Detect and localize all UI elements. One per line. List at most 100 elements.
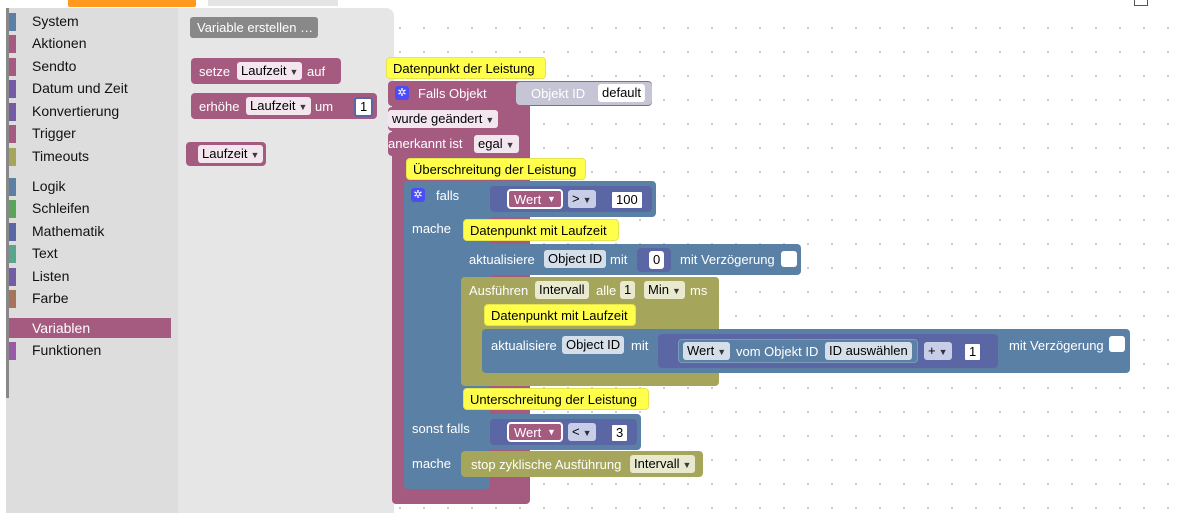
category-color-bar: [9, 320, 16, 338]
inactive-tab[interactable]: [208, 0, 338, 6]
compare-block-2[interactable]: Wert ▼ < ▼ 3: [490, 419, 637, 445]
update-label: aktualisiere: [469, 252, 535, 267]
toolbox-category-logik[interactable]: Logik: [9, 176, 171, 196]
toolbox-category-schleifen[interactable]: Schleifen: [9, 198, 171, 218]
update-block-2[interactable]: aktualisiere Object ID mit Wert ▼ vom Obj…: [482, 329, 1130, 373]
category-color-bar: [9, 103, 16, 121]
get-wert-block[interactable]: Wert ▼: [507, 189, 563, 209]
category-label: Text: [32, 245, 58, 261]
get-wert-block[interactable]: Wert ▼: [507, 422, 563, 442]
toolbox-category-farbe[interactable]: Farbe: [9, 288, 171, 308]
stop-label: stop zyklische Ausführung: [471, 457, 622, 472]
number-value-0[interactable]: 0: [649, 251, 665, 269]
chevron-down-icon: ▼: [547, 194, 556, 204]
category-color-bar: [9, 125, 16, 143]
export-icon[interactable]: [1134, 0, 1148, 6]
toolbox-category-timeouts[interactable]: Timeouts: [9, 146, 171, 166]
interval-header: Ausführen Intervall alle 1 Min ▼ ms: [461, 277, 719, 303]
set-variable-block[interactable]: setze Laufzeit ▼ auf: [191, 58, 341, 84]
stop-interval-block[interactable]: stop zyklische Ausführung Intervall ▼: [461, 451, 703, 477]
changed-dropdown[interactable]: wurde geändert ▼: [388, 110, 499, 128]
toolbox-category-listen[interactable]: Listen: [9, 266, 171, 286]
gear-icon[interactable]: ✲: [395, 86, 409, 100]
number-block[interactable]: 0: [637, 248, 671, 272]
category-color-bar: [9, 342, 16, 360]
toolbox-category-aktionen[interactable]: Aktionen: [9, 33, 171, 53]
wert-label: Wert: [514, 425, 542, 440]
object-id-value[interactable]: default: [598, 84, 646, 102]
category-label: Schleifen: [32, 200, 90, 216]
toolbox-category-system[interactable]: System: [9, 11, 171, 31]
comment-ueberschreitung[interactable]: Überschreitung der Leistung: [406, 158, 586, 180]
category-color-bar: [9, 13, 16, 31]
toolbox-category-funktionen[interactable]: Funktionen: [9, 340, 171, 360]
get-var-dropdown[interactable]: Laufzeit ▼: [198, 145, 264, 163]
id-select-field[interactable]: ID auswählen: [825, 342, 912, 360]
change-value-field[interactable]: 1: [354, 97, 374, 117]
compare-block[interactable]: Wert ▼ > ▼ 100: [490, 186, 652, 212]
delay-checkbox[interactable]: [1109, 336, 1125, 352]
trigger-header[interactable]: ✲ Falls Objekt Objekt ID default: [388, 81, 652, 106]
interval-var-dropdown[interactable]: Intervall: [535, 281, 589, 299]
toolbox-category-variablen[interactable]: Variablen: [9, 318, 171, 338]
mit-label: mit: [610, 252, 628, 267]
category-color-bar: [9, 290, 16, 308]
change-suffix: um: [315, 99, 334, 114]
active-tab-indicator[interactable]: [68, 0, 196, 7]
ms-label: ms: [690, 283, 708, 298]
compare-value-3[interactable]: 3: [610, 423, 630, 443]
wert-dropdown[interactable]: Wert ▼: [683, 342, 731, 360]
category-label: System: [32, 13, 79, 29]
category-color-bar: [9, 148, 16, 166]
comment-text: Datenpunkt der Leistung: [393, 61, 535, 76]
add-value-field[interactable]: 1: [963, 342, 983, 362]
toolbox-category-trigger[interactable]: Trigger: [9, 123, 171, 143]
if-label: falls: [436, 188, 460, 203]
toolbox-category-datum-und-zeit[interactable]: Datum und Zeit: [9, 78, 171, 98]
category-label: Aktionen: [32, 35, 87, 51]
comment-laufzeit-1[interactable]: Datenpunkt mit Laufzeit: [463, 219, 619, 241]
ack-label: anerkannt ist: [388, 136, 463, 151]
if-condition-row: ✲ falls Wert ▼ > ▼ 100: [404, 181, 656, 217]
compare-value-100[interactable]: 100: [610, 190, 644, 210]
object-id-field[interactable]: Object ID: [544, 250, 607, 268]
toolbox-category-mathematik[interactable]: Mathematik: [9, 221, 171, 241]
change-var-dropdown[interactable]: Laufzeit ▼: [246, 97, 312, 115]
plus-operator-dropdown[interactable]: + ▼: [924, 342, 952, 360]
category-color-bar: [9, 245, 16, 263]
set-var-dropdown[interactable]: Laufzeit ▼: [237, 62, 303, 80]
object-id-block[interactable]: Objekt ID default: [516, 82, 652, 105]
interval-label: Ausführen: [469, 283, 529, 298]
wert-label: Wert: [514, 192, 542, 207]
comment-unterschreitung[interactable]: Unterschreitung der Leistung: [463, 388, 649, 410]
stop-var-dropdown[interactable]: Intervall ▼: [630, 455, 696, 473]
ack-dropdown[interactable]: egal ▼: [474, 135, 519, 153]
comment-text: Datenpunkt mit Laufzeit: [491, 308, 628, 323]
comment-laufzeit-2[interactable]: Datenpunkt mit Laufzeit: [484, 304, 636, 326]
comment-datenpunkt-leistung[interactable]: Datenpunkt der Leistung: [386, 57, 546, 79]
toolbox-category-text[interactable]: Text: [9, 243, 171, 263]
operator-dropdown[interactable]: < ▼: [568, 423, 596, 441]
math-add-block[interactable]: Wert ▼ vom Objekt ID ID auswählen + ▼ 1: [658, 334, 998, 368]
change-variable-block[interactable]: erhöhe Laufzeit ▼ um 1: [191, 93, 377, 119]
create-variable-button[interactable]: Variable erstellen …: [190, 17, 318, 38]
interval-unit-dropdown[interactable]: Min ▼: [644, 281, 685, 299]
top-tab-bar: [0, 0, 1178, 8]
interval-value-field[interactable]: 1: [620, 281, 636, 299]
delay-checkbox[interactable]: [781, 251, 797, 267]
toolbox-category-sendto[interactable]: Sendto: [9, 56, 171, 76]
chevron-down-icon: ▼: [547, 427, 556, 437]
category-label: Mathematik: [32, 223, 105, 239]
category-label: Listen: [32, 268, 70, 284]
then-label: mache: [412, 221, 452, 236]
mit-label: mit: [631, 338, 649, 353]
object-id-field[interactable]: Object ID: [562, 336, 625, 354]
category-color-bar: [9, 223, 16, 241]
category-label: Trigger: [32, 125, 76, 141]
update-block-1[interactable]: aktualisiere Object ID mit 0 mit Verzöge…: [461, 244, 801, 275]
get-value-from-object-block[interactable]: Wert ▼ vom Objekt ID ID auswählen: [678, 339, 918, 363]
operator-dropdown[interactable]: > ▼: [568, 190, 596, 208]
toolbox-category-konvertierung[interactable]: Konvertierung: [9, 101, 171, 121]
gear-icon[interactable]: ✲: [411, 188, 425, 202]
get-variable-block[interactable]: Laufzeit ▼: [186, 142, 266, 166]
